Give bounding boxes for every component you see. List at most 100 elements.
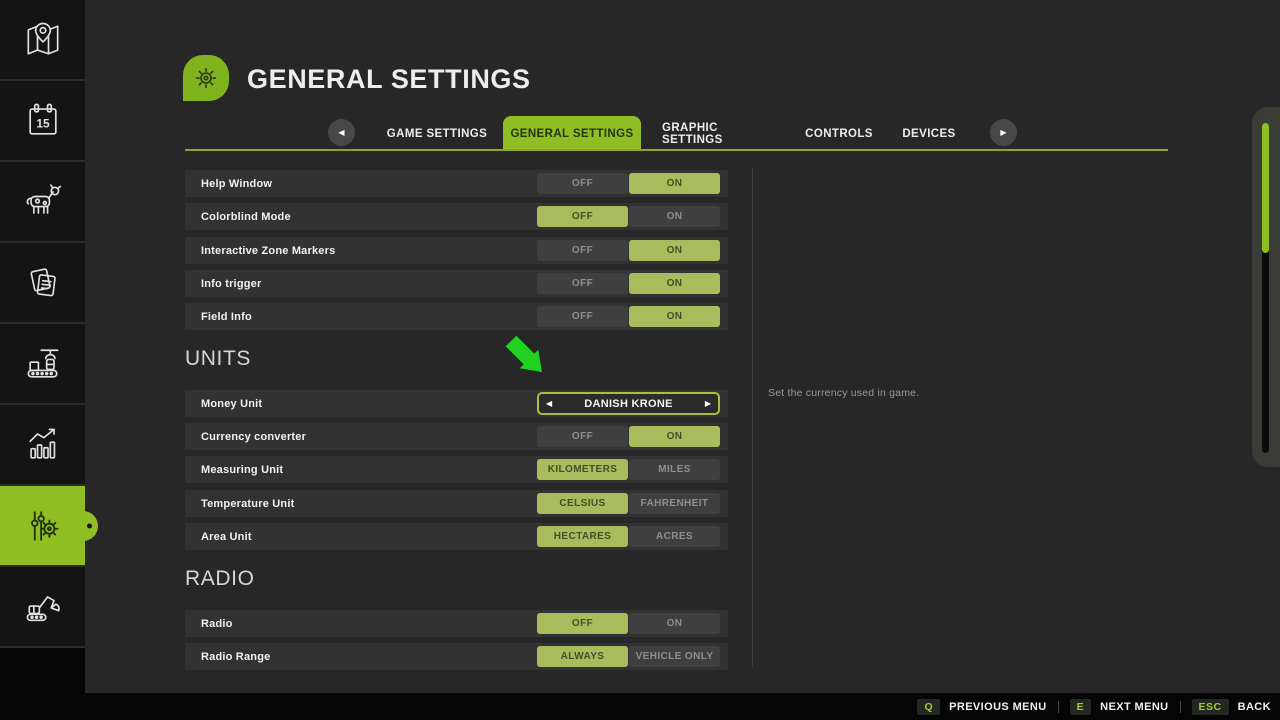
sidebar-item-map[interactable]: [0, 0, 85, 81]
mouse-cursor-icon: [505, 335, 545, 375]
setting-row-temperature-unit: Temperature Unit CELSIUS FAHRENHEIT: [185, 490, 728, 517]
money-unit-selector[interactable]: ◀ DANISH KRONE ▶: [537, 392, 720, 415]
hotkey-label: PREVIOUS MENU: [949, 701, 1047, 713]
setting-row-help-window: Help Window OFF ON: [185, 170, 728, 197]
production-icon: [21, 342, 65, 386]
hotkey-previous-menu[interactable]: Q PREVIOUS MENU: [917, 699, 1046, 715]
setting-row-radio-range: Radio Range ALWAYS VEHICLE ONLY: [185, 643, 728, 670]
toggle-option-off[interactable]: OFF: [537, 613, 628, 634]
section-title-units: UNITS: [185, 347, 251, 371]
toggle-option-off[interactable]: OFF: [537, 173, 628, 194]
toggle-option-on[interactable]: ON: [629, 173, 720, 194]
tab-game-settings[interactable]: GAME SETTINGS: [383, 116, 491, 151]
setting-label: Radio Range: [201, 651, 270, 663]
toggle-option-on[interactable]: ON: [629, 206, 720, 227]
toggle-option-celsius[interactable]: CELSIUS: [537, 493, 628, 514]
setting-row-currency-converter: Currency converter OFF ON: [185, 423, 728, 450]
setting-label: Radio: [201, 618, 233, 630]
toggle-option-vehicle-only[interactable]: VEHICLE ONLY: [629, 646, 720, 667]
setting-label: Measuring Unit: [201, 464, 283, 476]
settings-icon: [21, 504, 65, 548]
toggle-area-unit: HECTARES ACRES: [537, 526, 720, 547]
calendar-icon: 15: [21, 99, 65, 143]
sidebar-item-calendar[interactable]: 15: [0, 81, 85, 162]
scrollbar-thumb[interactable]: [1262, 123, 1269, 253]
toggle-option-off[interactable]: OFF: [537, 240, 628, 261]
contracts-icon: [21, 261, 65, 305]
sidebar-item-production[interactable]: [0, 324, 85, 405]
sidebar: 15: [0, 0, 85, 693]
tab-general-settings[interactable]: GENERAL SETTINGS: [503, 116, 641, 151]
toggle-option-on[interactable]: ON: [629, 426, 720, 447]
toggle-option-fahrenheit[interactable]: FAHRENHEIT: [629, 493, 720, 514]
setting-row-colorblind-mode: Colorblind Mode OFF ON: [185, 203, 728, 230]
hotkey-back[interactable]: ESC BACK: [1192, 699, 1271, 715]
tabs-next-button[interactable]: ▶: [990, 119, 1017, 146]
setting-label: Info trigger: [201, 278, 261, 290]
toggle-temperature-unit: CELSIUS FAHRENHEIT: [537, 493, 720, 514]
footer-separator: [1180, 701, 1181, 713]
construction-icon: [21, 585, 65, 629]
animals-icon: [21, 180, 65, 224]
setting-row-area-unit: Area Unit HECTARES ACRES: [185, 523, 728, 550]
toggle-field-info: OFF ON: [537, 306, 720, 327]
setting-label: Money Unit: [201, 398, 262, 410]
hotkey-next-menu[interactable]: E NEXT MENU: [1070, 699, 1169, 715]
toggle-option-on[interactable]: ON: [629, 306, 720, 327]
setting-label: Interactive Zone Markers: [201, 245, 335, 257]
key-badge-q: Q: [917, 699, 940, 715]
sidebar-item-settings[interactable]: [0, 486, 85, 567]
tabs-prev-button[interactable]: ◀: [328, 119, 355, 146]
toggle-option-kilometers[interactable]: KILOMETERS: [537, 459, 628, 480]
tab-underline: [185, 149, 1168, 151]
setting-label: Temperature Unit: [201, 498, 294, 510]
setting-label: Field Info: [201, 311, 252, 323]
sidebar-item-contracts[interactable]: [0, 243, 85, 324]
toggle-colorblind-mode: OFF ON: [537, 206, 720, 227]
hotkey-label: NEXT MENU: [1100, 701, 1168, 713]
toggle-option-always[interactable]: ALWAYS: [537, 646, 628, 667]
setting-label: Help Window: [201, 178, 272, 190]
sidebar-item-statistics[interactable]: [0, 405, 85, 486]
footer-hotkey-bar: Q PREVIOUS MENU E NEXT MENU ESC BACK: [0, 693, 1280, 720]
toggle-option-on[interactable]: ON: [629, 273, 720, 294]
chevron-left-icon: ◀: [338, 128, 344, 137]
setting-row-interactive-zone-markers: Interactive Zone Markers OFF ON: [185, 237, 728, 264]
active-item-dot: [87, 523, 92, 528]
toggle-option-miles[interactable]: MILES: [629, 459, 720, 480]
tab-controls[interactable]: CONTROLS: [806, 116, 872, 151]
selector-next-icon[interactable]: ▶: [705, 400, 711, 408]
chevron-right-icon: ▶: [1000, 128, 1006, 137]
general-settings-screen: 15: [0, 0, 1280, 720]
page-icon-badge: [183, 55, 229, 101]
sidebar-item-construction[interactable]: [0, 567, 85, 648]
toggle-option-hectares[interactable]: HECTARES: [537, 526, 628, 547]
setting-label: Colorblind Mode: [201, 211, 291, 223]
key-badge-esc: ESC: [1192, 699, 1229, 715]
setting-row-radio: Radio OFF ON: [185, 610, 728, 637]
toggle-interactive-zone-markers: OFF ON: [537, 240, 720, 261]
toggle-option-on[interactable]: ON: [629, 613, 720, 634]
toggle-option-acres[interactable]: ACRES: [629, 526, 720, 547]
gear-icon: [191, 63, 221, 93]
setting-row-measuring-unit: Measuring Unit KILOMETERS MILES: [185, 456, 728, 483]
toggle-option-off[interactable]: OFF: [537, 273, 628, 294]
statistics-icon: [21, 423, 65, 467]
setting-row-info-trigger: Info trigger OFF ON: [185, 270, 728, 297]
tab-devices[interactable]: DEVICES: [896, 116, 962, 151]
toggle-info-trigger: OFF ON: [537, 273, 720, 294]
sidebar-item-animals[interactable]: [0, 162, 85, 243]
key-badge-e: E: [1070, 699, 1092, 715]
setting-label: Currency converter: [201, 431, 306, 443]
setting-description: Set the currency used in game.: [768, 387, 919, 399]
toggle-radio-range: ALWAYS VEHICLE ONLY: [537, 646, 720, 667]
section-title-radio: RADIO: [185, 567, 255, 591]
toggle-option-on[interactable]: ON: [629, 240, 720, 261]
setting-row-money-unit: Money Unit ◀ DANISH KRONE ▶: [185, 390, 728, 417]
toggle-option-off[interactable]: OFF: [537, 306, 628, 327]
toggle-option-off[interactable]: OFF: [537, 206, 628, 227]
tab-graphic-settings[interactable]: GRAPHIC SETTINGS: [662, 116, 774, 151]
toggle-help-window: OFF ON: [537, 173, 720, 194]
toggle-option-off[interactable]: OFF: [537, 426, 628, 447]
setting-label: Area Unit: [201, 531, 252, 543]
